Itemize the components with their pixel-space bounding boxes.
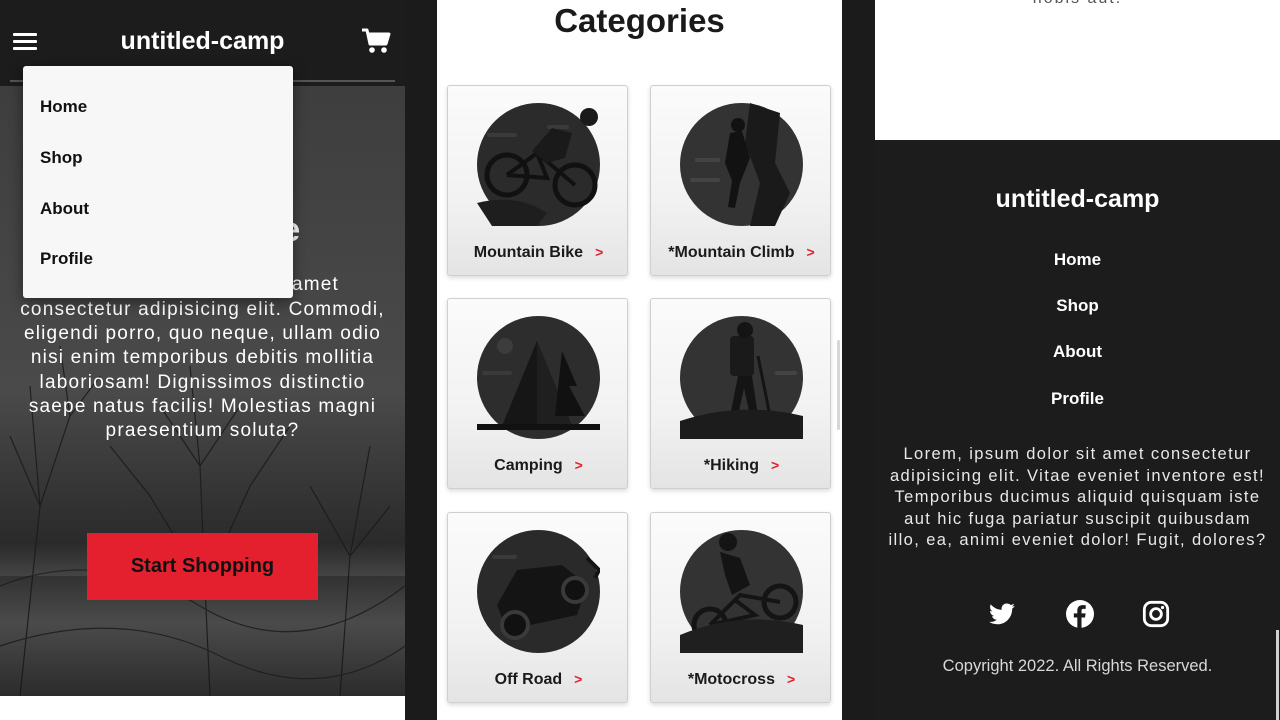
chevron-right-icon: > bbox=[770, 457, 780, 473]
category-label: *Hiking > bbox=[651, 457, 832, 475]
category-card-hiking[interactable]: *Hiking > bbox=[650, 298, 831, 489]
footer-description: Lorem, ipsum dolor sit amet consectetur … bbox=[888, 445, 1267, 550]
category-name: *Motocross bbox=[687, 671, 775, 688]
chevron-right-icon: > bbox=[786, 671, 796, 687]
scrollbar[interactable] bbox=[837, 340, 840, 430]
category-name: *Hiking bbox=[703, 457, 759, 474]
category-label: Camping > bbox=[448, 457, 629, 475]
start-shopping-button[interactable]: Start Shopping bbox=[87, 533, 318, 600]
mountain-bike-icon bbox=[477, 103, 600, 226]
chevron-right-icon: > bbox=[595, 244, 604, 260]
category-label: *Motocross > bbox=[651, 671, 832, 689]
brand-logo[interactable]: untitled-camp bbox=[100, 27, 305, 56]
category-card-mountain-climb[interactable]: *Mountain Climb > bbox=[650, 85, 831, 276]
menu-item-shop[interactable]: Shop bbox=[40, 148, 83, 168]
hero-text-line: amet bbox=[292, 274, 340, 295]
motocross-icon bbox=[680, 530, 803, 653]
dropdown-nav-menu: Home Shop About Profile bbox=[23, 66, 293, 298]
facebook-icon[interactable] bbox=[1066, 600, 1094, 628]
category-card-motocross[interactable]: *Motocross > bbox=[650, 512, 831, 703]
category-name: Off Road bbox=[494, 671, 563, 688]
section-text: nobis aut. bbox=[875, 0, 1280, 8]
menu-item-profile[interactable]: Profile bbox=[40, 249, 93, 269]
hamburger-menu-icon[interactable] bbox=[13, 30, 37, 54]
footer-link-profile[interactable]: Profile bbox=[875, 389, 1280, 409]
category-label: Off Road > bbox=[448, 671, 629, 689]
category-label: *Mountain Climb > bbox=[651, 244, 832, 262]
hiker-icon bbox=[680, 316, 803, 439]
shopping-cart-icon[interactable] bbox=[361, 27, 391, 55]
mountain-climb-icon bbox=[680, 103, 803, 226]
scrollbar[interactable] bbox=[1276, 630, 1279, 720]
hero-description: consectetur adipisicing elit. Commodi, e… bbox=[20, 299, 385, 442]
categories-title: Categories bbox=[554, 2, 725, 39]
chevron-right-icon: > bbox=[806, 244, 815, 260]
category-label: Mountain Bike > bbox=[448, 244, 629, 262]
category-card-mountain-bike[interactable]: Mountain Bike > bbox=[447, 85, 628, 276]
home-screen: re amet consectetur adipisicing elit. Co… bbox=[0, 0, 405, 720]
copyright-text: Copyright 2022. All Rights Reserved. bbox=[942, 657, 1213, 675]
footer-link-shop[interactable]: Shop bbox=[875, 296, 1280, 316]
category-name: *Mountain Climb bbox=[668, 244, 795, 261]
instagram-icon[interactable] bbox=[1142, 600, 1170, 628]
category-name: Mountain Bike bbox=[473, 244, 584, 261]
menu-item-about[interactable]: About bbox=[40, 199, 89, 219]
footer-brand[interactable]: untitled-camp bbox=[875, 185, 1280, 214]
footer-screen: nobis aut. untitled-camp Home Shop About… bbox=[875, 0, 1280, 720]
category-card-off-road[interactable]: Off Road > bbox=[447, 512, 628, 703]
off-road-jeep-icon bbox=[477, 530, 600, 653]
twitter-icon[interactable] bbox=[988, 600, 1016, 628]
camping-tent-icon bbox=[477, 316, 600, 439]
menu-item-home[interactable]: Home bbox=[40, 97, 87, 117]
footer-link-about[interactable]: About bbox=[875, 342, 1280, 362]
content-edge bbox=[0, 696, 405, 720]
chevron-right-icon: > bbox=[574, 671, 583, 687]
chevron-right-icon: > bbox=[574, 457, 583, 473]
footer-link-home[interactable]: Home bbox=[875, 250, 1280, 270]
category-name: Camping bbox=[494, 457, 563, 474]
content-section: nobis aut. bbox=[875, 0, 1280, 140]
categories-screen: Categories Mountain Bike > *Mountain Cli… bbox=[437, 0, 842, 720]
category-card-camping[interactable]: Camping > bbox=[447, 298, 628, 489]
